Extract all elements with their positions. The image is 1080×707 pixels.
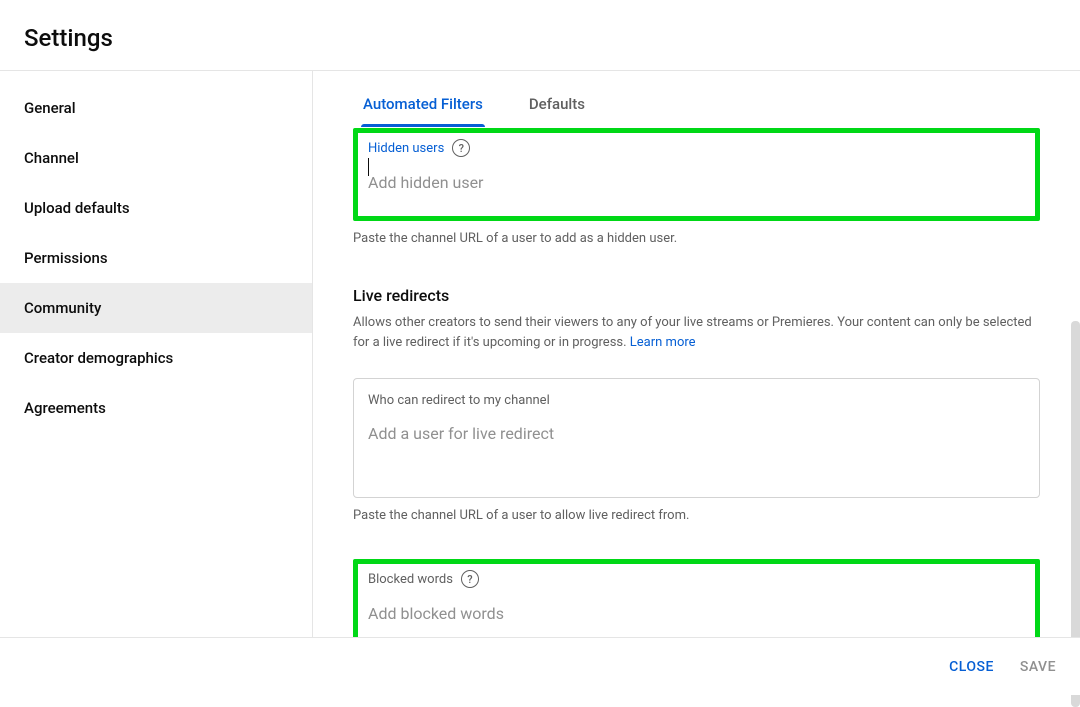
live-redirects-description: Allows other creators to send their view… xyxy=(353,313,1040,352)
save-button[interactable]: SAVE xyxy=(1020,659,1056,675)
hidden-users-input[interactable] xyxy=(368,173,1025,192)
blocked-words-input[interactable] xyxy=(368,604,1025,623)
help-icon[interactable]: ? xyxy=(461,570,479,588)
sidebar-item-upload-defaults[interactable]: Upload defaults xyxy=(0,183,312,233)
live-redirect-label: Who can redirect to my channel xyxy=(368,393,1025,408)
sidebar-item-agreements[interactable]: Agreements xyxy=(0,383,312,433)
hidden-users-box: Hidden users ? xyxy=(353,128,1040,221)
live-redirect-box: Who can redirect to my channel xyxy=(353,378,1040,498)
tabs: Automated Filters Defaults xyxy=(353,71,1040,128)
live-redirects-title: Live redirects xyxy=(353,286,1040,305)
sidebar-item-community[interactable]: Community xyxy=(0,283,312,333)
close-button[interactable]: CLOSE xyxy=(949,659,994,675)
tab-automated-filters[interactable]: Automated Filters xyxy=(363,95,483,127)
learn-more-link[interactable]: Learn more xyxy=(630,335,696,350)
footer: CLOSE SAVE xyxy=(0,637,1080,695)
blocked-words-label: Blocked words ? xyxy=(368,570,1025,588)
sidebar-item-permissions[interactable]: Permissions xyxy=(0,233,312,283)
blocked-words-box: Blocked words ? xyxy=(353,559,1040,640)
hidden-users-label-text: Hidden users xyxy=(368,141,444,156)
settings-sidebar: General Channel Upload defaults Permissi… xyxy=(0,71,313,640)
hidden-users-label: Hidden users ? xyxy=(368,139,1025,157)
hidden-users-helper: Paste the channel URL of a user to add a… xyxy=(353,231,1040,246)
live-redirect-helper: Paste the channel URL of a user to allow… xyxy=(353,508,1040,523)
sidebar-item-general[interactable]: General xyxy=(0,83,312,133)
live-redirect-input[interactable] xyxy=(368,424,1025,443)
tab-defaults[interactable]: Defaults xyxy=(529,95,585,127)
page-title: Settings xyxy=(24,24,1056,52)
help-icon[interactable]: ? xyxy=(452,139,470,157)
sidebar-item-channel[interactable]: Channel xyxy=(0,133,312,183)
sidebar-item-creator-demographics[interactable]: Creator demographics xyxy=(0,333,312,383)
blocked-words-label-text: Blocked words xyxy=(368,572,453,587)
